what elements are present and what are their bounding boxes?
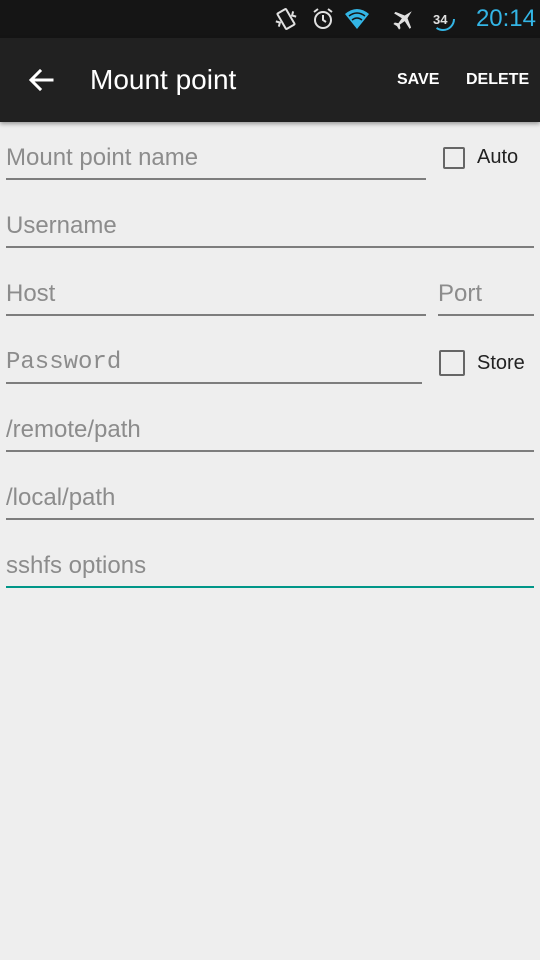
sshfs-options-input[interactable] bbox=[6, 552, 534, 580]
vibrate-icon bbox=[275, 8, 297, 30]
airplane-mode-icon bbox=[393, 11, 412, 30]
battery-level: 34 bbox=[433, 12, 448, 27]
password-field bbox=[6, 338, 422, 384]
password-input[interactable] bbox=[6, 349, 422, 376]
sshfs-options-field bbox=[6, 542, 534, 588]
host-field bbox=[6, 270, 426, 316]
store-checkbox-label: Store bbox=[477, 351, 525, 374]
status-bar: 34 20:14 bbox=[0, 0, 540, 38]
mount-point-name-field bbox=[6, 134, 426, 180]
store-checkbox-box[interactable] bbox=[439, 350, 465, 376]
delete-button[interactable]: DELETE bbox=[466, 38, 529, 122]
auto-checkbox-box[interactable] bbox=[443, 146, 465, 169]
app-bar: Mount point SAVE DELETE bbox=[0, 38, 540, 122]
wifi-icon bbox=[345, 9, 369, 29]
battery-icon: 34 bbox=[428, 6, 458, 32]
auto-checkbox[interactable]: Auto bbox=[443, 146, 518, 169]
remote-path-input[interactable] bbox=[6, 416, 534, 444]
save-button[interactable]: SAVE bbox=[397, 38, 439, 122]
local-path-input[interactable] bbox=[6, 484, 534, 512]
local-path-field bbox=[6, 474, 534, 520]
store-checkbox[interactable]: Store bbox=[439, 350, 525, 376]
port-field bbox=[438, 270, 534, 316]
host-input[interactable] bbox=[6, 280, 426, 308]
username-input[interactable] bbox=[6, 212, 534, 240]
mount-point-name-input[interactable] bbox=[6, 144, 426, 172]
auto-checkbox-label: Auto bbox=[477, 146, 519, 168]
port-input[interactable] bbox=[438, 280, 534, 308]
status-clock: 20:14 bbox=[475, 5, 536, 32]
page-title: Mount point bbox=[90, 64, 237, 95]
back-arrow-icon[interactable] bbox=[20, 58, 64, 102]
remote-path-field bbox=[6, 406, 534, 452]
username-field bbox=[6, 202, 534, 248]
alarm-icon bbox=[313, 8, 333, 29]
